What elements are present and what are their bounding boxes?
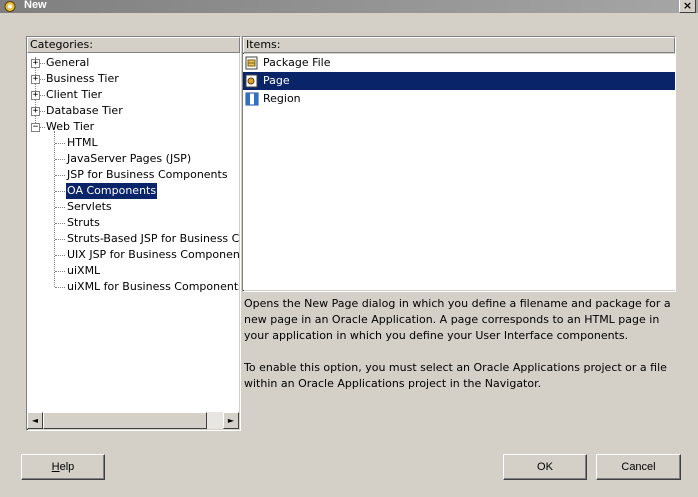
list-item-label: Region xyxy=(263,92,301,105)
tree-expander-icon[interactable]: + xyxy=(31,75,40,84)
list-item-label: Package File xyxy=(263,56,331,69)
tree-leaf[interactable]: OA Components xyxy=(66,183,158,199)
categories-tree[interactable]: + General + Business Tier + Client Tier + Datab… xyxy=(27,53,239,412)
arrow-right-icon: ► xyxy=(227,416,235,425)
tree-leaf[interactable]: JSP for Business Components xyxy=(66,167,229,183)
tree-leaf[interactable]: UIX JSP for Business Components xyxy=(66,247,239,263)
tree-leaf[interactable]: uiXML xyxy=(66,263,101,279)
tree-node-business-tier[interactable]: Business Tier xyxy=(45,71,120,87)
arrow-left-icon: ◄ xyxy=(31,416,39,425)
tree-connector xyxy=(55,175,65,176)
close-button[interactable]: × xyxy=(679,0,696,13)
description-paragraph-2: To enable this option, you must select a… xyxy=(244,361,667,390)
scroll-right-button[interactable]: ► xyxy=(223,412,239,429)
tree-node-client-tier[interactable]: Client Tier xyxy=(45,87,103,103)
tree-connector xyxy=(55,191,65,192)
tree-expander-icon[interactable]: + xyxy=(31,107,40,116)
app-icon xyxy=(4,1,16,12)
help-mnemonic: H xyxy=(51,461,60,473)
tree-connector xyxy=(55,255,65,256)
help-button[interactable]: Help xyxy=(21,454,105,480)
tree-connector xyxy=(55,287,65,288)
close-icon: × xyxy=(682,0,693,12)
region-icon xyxy=(245,92,259,106)
scroll-thumb[interactable] xyxy=(43,412,207,429)
tree-connector xyxy=(55,271,65,272)
tree-connector xyxy=(55,207,65,208)
categories-hscrollbar[interactable]: ◄ ► xyxy=(27,412,239,429)
list-item-label: Page xyxy=(263,74,290,87)
item-description: Opens the New Page dialog in which you d… xyxy=(243,292,675,430)
tree-leaf[interactable]: Struts xyxy=(66,215,101,231)
description-paragraph-1: Opens the New Page dialog in which you d… xyxy=(244,297,671,342)
tree-node-database-tier[interactable]: Database Tier xyxy=(45,103,124,119)
list-item-region[interactable]: Region xyxy=(243,90,675,108)
window-title: New xyxy=(24,0,47,11)
tree-node-general[interactable]: General xyxy=(45,55,90,71)
tree-leaf[interactable]: Servlets xyxy=(66,199,113,215)
tree-leaf[interactable]: HTML xyxy=(66,135,99,151)
tree-expander-icon[interactable]: + xyxy=(31,91,40,100)
tree-connector xyxy=(55,143,65,144)
scroll-left-button[interactable]: ◄ xyxy=(27,412,43,429)
tree-expander-icon[interactable]: − xyxy=(31,123,40,132)
tree-connector xyxy=(55,223,65,224)
list-item-package-file[interactable]: Package File xyxy=(243,54,675,72)
tree-connector xyxy=(55,159,65,160)
title-bar: New × xyxy=(0,0,698,13)
tree-leaf[interactable]: uiXML for Business Components xyxy=(66,279,239,295)
tree-leaf[interactable]: Struts-Based JSP for Business Com xyxy=(66,231,239,247)
tree-node-web-tier[interactable]: Web Tier xyxy=(45,119,95,135)
package-file-icon xyxy=(245,56,258,70)
list-item-page[interactable]: Page xyxy=(243,72,675,90)
categories-header: Categories: xyxy=(27,37,240,53)
tree-child-connector xyxy=(54,131,55,287)
tree-connector xyxy=(55,239,65,240)
ok-button[interactable]: OK xyxy=(503,454,587,480)
tree-expander-icon[interactable]: + xyxy=(31,59,40,68)
items-header: Items: xyxy=(243,37,675,53)
cancel-button[interactable]: Cancel xyxy=(596,454,681,480)
tree-leaf[interactable]: JavaServer Pages (JSP) xyxy=(66,151,192,167)
page-icon xyxy=(245,74,258,88)
help-label: elp xyxy=(59,461,75,473)
items-list[interactable]: Package File Page Region xyxy=(243,54,675,290)
